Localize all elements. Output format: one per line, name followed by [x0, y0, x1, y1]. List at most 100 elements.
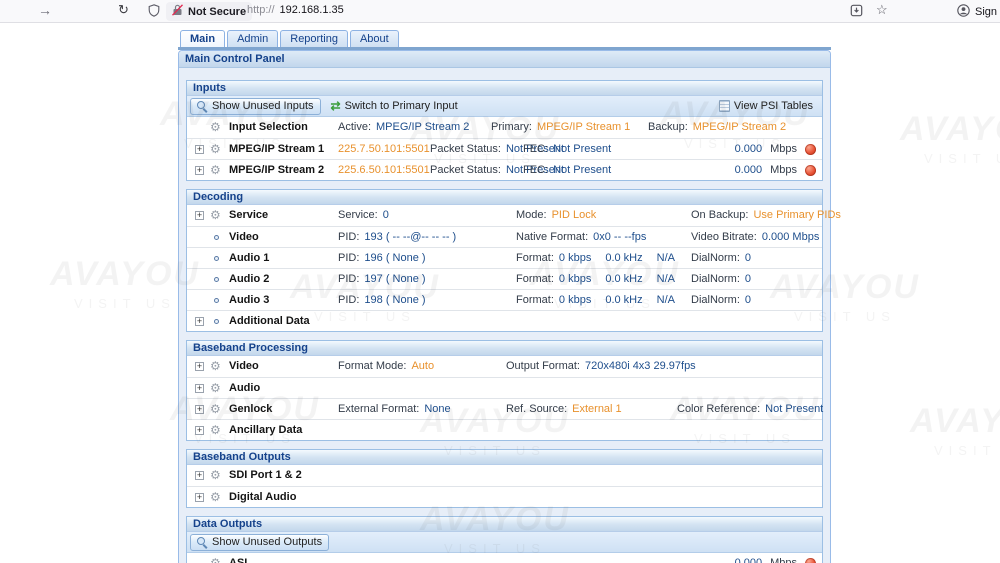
- row-title: Audio 3: [229, 294, 269, 306]
- row-title: MPEG/IP Stream 1: [229, 143, 324, 155]
- primary-value: MPEG/IP Stream 1: [537, 121, 630, 133]
- pid-value: 198 ( None ): [364, 294, 425, 306]
- gear-icon[interactable]: ⚙: [210, 490, 221, 504]
- row-digital-audio: + ⚙ Digital Audio: [187, 486, 822, 507]
- expander-icon[interactable]: +: [195, 362, 204, 371]
- fec-value: Not Present: [553, 164, 611, 176]
- row-audio-1: Audio 1 PID:196 ( None ) Format:0 kbps0.…: [187, 247, 822, 268]
- account-icon: [957, 4, 970, 20]
- color-reference-value: Not Present: [765, 403, 823, 415]
- gear-icon[interactable]: ⚙: [210, 359, 221, 373]
- expander-icon[interactable]: +: [195, 471, 204, 480]
- watermark-caption: VISIT US: [890, 443, 1000, 458]
- gear-icon[interactable]: ⚙: [210, 120, 221, 134]
- external-format-label: External Format:: [338, 403, 419, 415]
- dialnorm-label: DialNorm:: [691, 294, 740, 306]
- gear-icon[interactable]: ⚙: [210, 208, 221, 222]
- bitrate-value: 0.000: [735, 557, 763, 563]
- pid-value: 196 ( None ): [364, 252, 425, 264]
- site-security-chip[interactable]: Not Secure: [166, 2, 252, 21]
- tab-about[interactable]: About: [350, 30, 399, 47]
- output-format-value: 720x480i 4x3 29.97fps: [585, 360, 696, 372]
- panel-body: Inputs Show Unused Inputs ⇄ Switch to Pr…: [179, 68, 830, 563]
- section-baseband-processing: Baseband Processing + ⚙ Video Format Mod…: [186, 340, 823, 441]
- switch-arrows-icon: ⇄: [331, 100, 341, 112]
- format-label: Format:: [516, 294, 554, 306]
- row-title: MPEG/IP Stream 2: [229, 164, 324, 176]
- gear-icon[interactable]: ⚙: [210, 402, 221, 416]
- watermark-caption: VISIT US: [880, 151, 1000, 166]
- pid-label: PID:: [338, 252, 359, 264]
- tab-main[interactable]: Main: [180, 30, 225, 47]
- expander-icon[interactable]: +: [195, 384, 204, 393]
- view-psi-tables-label: View PSI Tables: [734, 100, 813, 112]
- switch-to-primary-button[interactable]: ⇄ Switch to Primary Input: [325, 98, 464, 115]
- format-kbps: 0 kbps: [559, 252, 591, 264]
- row-title: Input Selection: [229, 121, 308, 133]
- gear-icon[interactable]: ⚙: [210, 163, 221, 177]
- row-service: + ⚙ Service Service:0 Mode:PID Lock On B…: [187, 205, 822, 226]
- bullet-icon: [214, 235, 219, 240]
- multicast-address: 225.7.50.101:5501: [338, 143, 430, 155]
- section-inputs-header: Inputs: [187, 81, 822, 96]
- gear-icon[interactable]: ⚙: [210, 381, 221, 395]
- section-baseband-processing-header: Baseband Processing: [187, 341, 822, 356]
- expander-icon[interactable]: +: [195, 145, 204, 154]
- expander-icon[interactable]: +: [195, 211, 204, 220]
- native-format-label: Native Format:: [516, 231, 588, 243]
- row-title: Video: [229, 231, 259, 243]
- downloads-icon[interactable]: [850, 4, 863, 17]
- row-decoding-video: Video PID:193 ( -- --@-- -- -- ) Native …: [187, 226, 822, 247]
- pid-value: 197 ( None ): [364, 273, 425, 285]
- reload-icon[interactable]: ↻: [118, 2, 129, 18]
- security-label: Not Secure: [188, 6, 246, 18]
- view-psi-tables-button[interactable]: View PSI Tables: [713, 98, 819, 115]
- gear-icon[interactable]: ⚙: [210, 556, 221, 563]
- fec-label: FEC:: [523, 164, 548, 176]
- section-baseband-outputs-header: Baseband Outputs: [187, 450, 822, 465]
- pid-label: PID:: [338, 294, 359, 306]
- tab-admin[interactable]: Admin: [227, 30, 278, 47]
- service-label: Service:: [338, 209, 378, 221]
- screen: → ↻ Not Secure http://192.168.1.35 ☆ Sig…: [0, 0, 1000, 563]
- ref-source-label: Ref. Source:: [506, 403, 567, 415]
- row-title: Ancillary Data: [229, 424, 302, 436]
- show-unused-outputs-button[interactable]: Show Unused Outputs: [190, 534, 329, 551]
- row-mpegip-stream-1: + ⚙ MPEG/IP Stream 1 225.7.50.101:5501 P…: [187, 138, 822, 159]
- bitrate-unit: Mbps: [770, 143, 797, 155]
- mode-value: PID Lock: [552, 209, 597, 221]
- url-bar[interactable]: http://192.168.1.35: [247, 4, 344, 16]
- show-unused-inputs-button[interactable]: Show Unused Inputs: [190, 98, 321, 115]
- expander-icon[interactable]: +: [195, 493, 204, 502]
- bullet-icon: [214, 319, 219, 324]
- on-backup-value: Use Primary PIDs: [753, 209, 840, 221]
- row-mpegip-stream-2: + ⚙ MPEG/IP Stream 2 225.6.50.101:5501 P…: [187, 159, 822, 180]
- row-title: Audio: [229, 382, 260, 394]
- native-format-value: 0x0 -- --fps: [593, 231, 646, 243]
- expander-icon[interactable]: +: [195, 426, 204, 435]
- expander-icon[interactable]: +: [195, 317, 204, 326]
- external-format-value: None: [424, 403, 450, 415]
- gear-icon[interactable]: ⚙: [210, 423, 221, 437]
- multicast-address: 225.6.50.101:5501: [338, 164, 430, 176]
- format-kbps: 0 kbps: [559, 273, 591, 285]
- shield-icon[interactable]: [148, 4, 160, 17]
- pid-label: PID:: [338, 273, 359, 285]
- table-icon: [719, 100, 730, 112]
- dialnorm-value: 0: [745, 273, 751, 285]
- sign-in-label: Sign in: [975, 6, 1000, 18]
- format-kbps: 0 kbps: [559, 294, 591, 306]
- row-title: Video: [229, 360, 259, 372]
- mode-label: Mode:: [516, 209, 547, 221]
- gear-icon[interactable]: ⚙: [210, 142, 221, 156]
- sign-in-button[interactable]: Sign in: [957, 4, 1000, 20]
- bitrate-unit: Mbps: [770, 164, 797, 176]
- forward-icon[interactable]: →: [38, 2, 52, 18]
- tab-reporting[interactable]: Reporting: [280, 30, 348, 47]
- pid-value: 193 ( -- --@-- -- -- ): [364, 231, 456, 243]
- bookmark-star-icon[interactable]: ☆: [876, 2, 888, 18]
- gear-icon[interactable]: ⚙: [210, 468, 221, 482]
- expander-icon[interactable]: +: [195, 166, 204, 175]
- format-mode-value: Auto: [411, 360, 434, 372]
- expander-icon[interactable]: +: [195, 405, 204, 414]
